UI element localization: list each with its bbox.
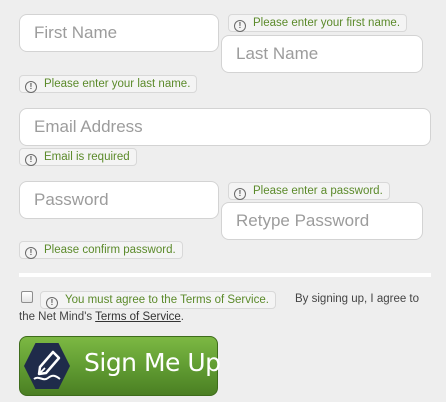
sign-me-up-button[interactable]: Sign Me Up (19, 336, 221, 396)
email-field[interactable]: Email Address (19, 108, 431, 146)
last-name-field[interactable]: Last Name (221, 35, 423, 73)
sign-me-up-label: Sign Me Up (84, 348, 221, 377)
form-divider (19, 273, 431, 277)
last-name-error-text: Please enter your last name. (44, 78, 191, 90)
confirm-password-error-text: Please confirm password. (44, 244, 176, 256)
email-error-text: Email is required (44, 151, 130, 163)
confirm-password-error: ! Please confirm password. (19, 241, 183, 259)
pen-nib-icon (24, 343, 70, 389)
first-name-error-text: Please enter your first name. (253, 17, 401, 29)
exclamation-circle-icon: ! (234, 188, 246, 200)
agreement-text-line2: the Net Mind's Terms of Service. (19, 311, 184, 323)
password-field[interactable]: Password (19, 181, 219, 219)
password-error: ! Please enter a password. (228, 182, 390, 200)
terms-checkbox[interactable] (21, 291, 33, 303)
agreement-text-prefix: the Net Mind's (19, 311, 93, 323)
exclamation-circle-icon: ! (234, 20, 246, 32)
first-name-field[interactable]: First Name (19, 14, 219, 52)
exclamation-circle-icon: ! (25, 247, 37, 259)
agreement-text-line1: By signing up, I agree to (295, 293, 420, 305)
terms-of-service-link[interactable]: Terms of Service (95, 311, 181, 323)
terms-error-text: You must agree to the Terms of Service. (65, 294, 269, 306)
terms-error: ! You must agree to the Terms of Service. (40, 291, 276, 309)
retype-password-field[interactable]: Retype Password (221, 202, 423, 240)
email-error: ! Email is required (19, 148, 137, 166)
exclamation-circle-icon: ! (25, 154, 37, 166)
first-name-error: ! Please enter your first name. (228, 14, 408, 32)
last-name-error: ! Please enter your last name. (19, 75, 198, 93)
password-error-text: Please enter a password. (253, 185, 383, 197)
exclamation-circle-icon: ! (25, 81, 37, 93)
agreement-text-suffix: . (180, 311, 184, 323)
exclamation-circle-icon: ! (46, 297, 58, 309)
